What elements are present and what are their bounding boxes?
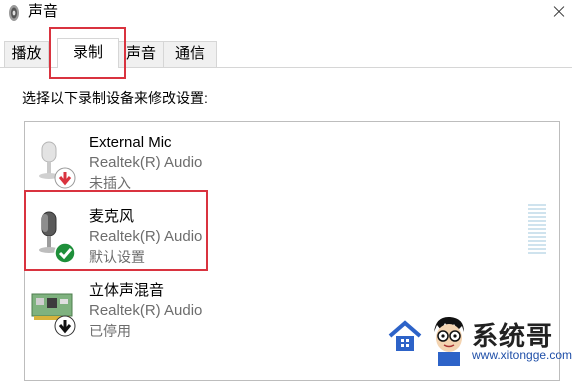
device-status: 已停用 bbox=[89, 323, 131, 339]
tab-sounds[interactable]: 声音 bbox=[118, 41, 164, 67]
instruction-text: 选择以下录制设备来修改设置: bbox=[22, 90, 208, 106]
device-name: External Mic bbox=[89, 134, 172, 151]
close-button[interactable] bbox=[546, 0, 572, 24]
house-icon bbox=[388, 320, 422, 351]
tab-communications[interactable]: 通信 bbox=[163, 41, 217, 67]
sound-card-disabled-icon bbox=[31, 293, 76, 337]
device-driver: Realtek(R) Audio bbox=[89, 228, 203, 245]
input-level-meter bbox=[528, 204, 546, 256]
tab-recording[interactable]: 录制 bbox=[57, 38, 119, 68]
watermark-url: www.xitongge.com bbox=[472, 348, 572, 362]
device-status: 未插入 bbox=[89, 175, 131, 191]
speaker-icon bbox=[9, 5, 19, 21]
device-driver: Realtek(R) Audio bbox=[89, 302, 203, 319]
list-item-external-mic[interactable]: External Mic Realtek(R) Audio 未插入 bbox=[25, 124, 545, 194]
list-item-microphone[interactable]: 麦克风 Realtek(R) Audio 默认设置 bbox=[25, 198, 546, 268]
mascot-icon bbox=[434, 316, 464, 366]
microphone-default-icon bbox=[39, 211, 76, 264]
tab-playback[interactable]: 播放 bbox=[4, 41, 49, 67]
microphone-unplugged-icon bbox=[39, 141, 76, 189]
window-title: 声音 bbox=[28, 3, 59, 20]
device-name: 麦克风 bbox=[89, 208, 135, 225]
device-name: 立体声混音 bbox=[89, 282, 165, 299]
device-driver: Realtek(R) Audio bbox=[89, 154, 203, 171]
window-titlebar: 声音 bbox=[0, 0, 572, 28]
device-status: 默认设置 bbox=[89, 249, 145, 265]
watermark-logo: 系统哥 www.xitongge.com bbox=[388, 312, 572, 368]
